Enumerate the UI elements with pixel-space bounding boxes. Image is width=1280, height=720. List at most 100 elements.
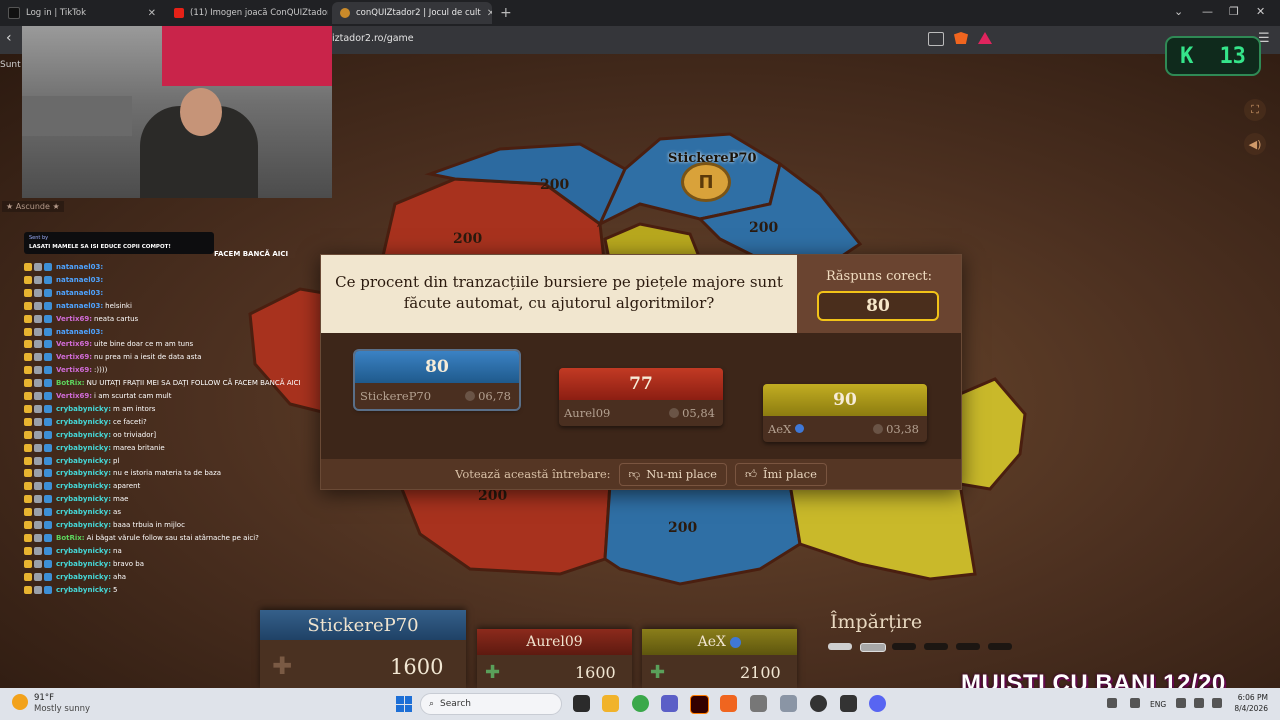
brave-rewards-icon[interactable] [978,32,992,44]
obs-icon[interactable] [810,695,827,712]
chat-message: Vertix69: i am scurtat cam mult [24,392,172,400]
brave-shield-icon[interactable] [954,32,968,44]
territory-south-blue[interactable] [603,482,802,586]
tray-app-icon[interactable] [1130,698,1140,708]
close-window-icon[interactable]: ✕ [1256,5,1265,18]
player-name: Aurel09 [477,629,632,655]
brave-icon[interactable] [720,695,737,712]
chat-username[interactable]: natanael03: [56,302,103,310]
new-tab-icon[interactable]: + [500,5,512,21]
chat-username[interactable]: natanael03: [56,263,103,271]
weather-temperature[interactable]: 91°F [34,693,54,703]
chat-badge-icon [44,572,52,581]
weather-sun-icon[interactable] [12,694,28,710]
like-button[interactable]: 👍︎ Îmi place [734,462,827,486]
player-panel: Aurel09 ✚ 1600 [477,629,632,688]
tray-chevron-icon[interactable] [1107,698,1117,708]
chat-username[interactable]: BotRix: [56,379,85,387]
chrome-icon[interactable] [632,695,649,712]
cross-icon: ✚ [485,662,501,683]
chat-username[interactable]: crybabynicky: [56,573,111,581]
chat-badge-icon [34,559,42,568]
split-segment [988,643,1012,650]
chat-username[interactable]: crybabynicky: [56,444,111,452]
illustrator-icon[interactable] [690,695,709,714]
teams-icon[interactable] [661,695,678,712]
territory-southeast-yellow[interactable] [788,482,977,581]
chat-username[interactable]: crybabynicky: [56,495,111,503]
tab-tiktok[interactable]: Log in | TikTok ✕ [0,2,164,24]
chat-username[interactable]: natanael03: [56,289,103,297]
back-icon[interactable]: ‹ [6,30,12,46]
chat-username[interactable]: crybabynicky: [56,560,111,568]
chat-username[interactable]: Vertix69: [56,392,92,400]
chat-badge-icon [24,482,32,491]
hide-chat-button[interactable]: ★ Ascunde ★ [2,201,64,212]
clock-time[interactable]: 6:06 PM [1236,693,1268,702]
chat-username[interactable]: Vertix69: [56,315,92,323]
weather-condition[interactable]: Mostly sunny [34,704,90,714]
search-label: Search [440,699,471,709]
chat-username[interactable]: crybabynicky: [56,431,111,439]
chat-username[interactable]: crybabynicky: [56,405,111,413]
chat-username[interactable]: BotRix: [56,534,85,542]
globe-icon [730,636,742,648]
chat-username[interactable]: natanael03: [56,276,103,284]
file-explorer-icon[interactable] [602,695,619,712]
app-icon[interactable] [750,695,767,712]
chat-username[interactable]: crybabynicky: [56,418,111,426]
fullscreen-icon[interactable]: ⛶ [1244,99,1266,121]
close-tab-icon[interactable]: ✕ [487,8,492,19]
windows-start-icon[interactable] [396,696,412,712]
battery-icon[interactable] [1212,698,1222,708]
tab-search-icon[interactable]: ⌄ [1174,5,1183,18]
chat-username[interactable]: crybabynicky: [56,547,111,555]
clock-date[interactable]: 8/4/2026 [1228,704,1268,713]
chat-username[interactable]: crybabynicky: [56,586,111,594]
chat-username[interactable]: crybabynicky: [56,469,111,477]
taskbar-search[interactable]: ⌕ Search [420,693,562,715]
territory-west-red[interactable] [248,287,332,416]
dislike-button[interactable]: 👎︎ Nu-mi place [618,462,727,486]
url-field[interactable]: iztador2.ro/game [332,33,414,44]
cross-icon: ✚ [650,662,666,683]
close-tab-icon[interactable]: ✕ [148,8,156,19]
chat-username[interactable]: crybabynicky: [56,508,111,516]
language-indicator[interactable]: ENG [1150,700,1166,709]
volume-icon[interactable] [1194,698,1204,708]
app-icon[interactable] [840,695,857,712]
minimize-icon[interactable]: — [1202,5,1213,18]
conquiztador-icon [340,8,350,18]
tab-youtube[interactable]: (11) Imogen joacă ConQUIZtador (mu [166,2,328,24]
cast-icon[interactable] [928,32,944,46]
chat-badge-icon [24,456,32,465]
sound-icon[interactable]: ◀) [1244,133,1266,155]
chat-badge-icon [44,404,52,413]
chat-username[interactable]: crybabynicky: [56,457,111,465]
chat-text: aparent [113,482,141,491]
split-segment [924,643,948,650]
task-view-icon[interactable] [573,695,590,712]
maximize-icon[interactable]: ❐ [1229,5,1239,18]
chat-badge-icon [34,314,42,323]
discord-icon[interactable] [869,695,886,712]
wifi-icon[interactable] [1176,698,1186,708]
chat-badge-icon [34,443,42,452]
chat-badge-icon [24,275,32,284]
territory-east-yellow[interactable] [958,377,1027,491]
chat-message: crybabynicky: na [24,546,122,555]
answer-time: 06,78 [478,389,511,403]
chat-username[interactable]: Vertix69: [56,366,92,374]
chat-username[interactable]: crybabynicky: [56,521,111,529]
chat-username[interactable]: Vertix69: [56,353,92,361]
chat-username[interactable]: natanael03: [56,328,103,336]
chat-badge-icon [24,404,32,413]
chat-username[interactable]: Vertix69: [56,340,92,348]
tab-title: (11) Imogen joacă ConQUIZtador (mu [190,8,328,18]
settings-icon[interactable] [780,695,797,712]
chat-badge-icon [24,430,32,439]
chat-badge-icon [44,585,52,594]
chat-badge-icon [24,572,32,581]
tab-conquiztador[interactable]: conQUIZtador2 | Jocul de cult ✕ [332,2,492,24]
chat-username[interactable]: crybabynicky: [56,482,111,490]
